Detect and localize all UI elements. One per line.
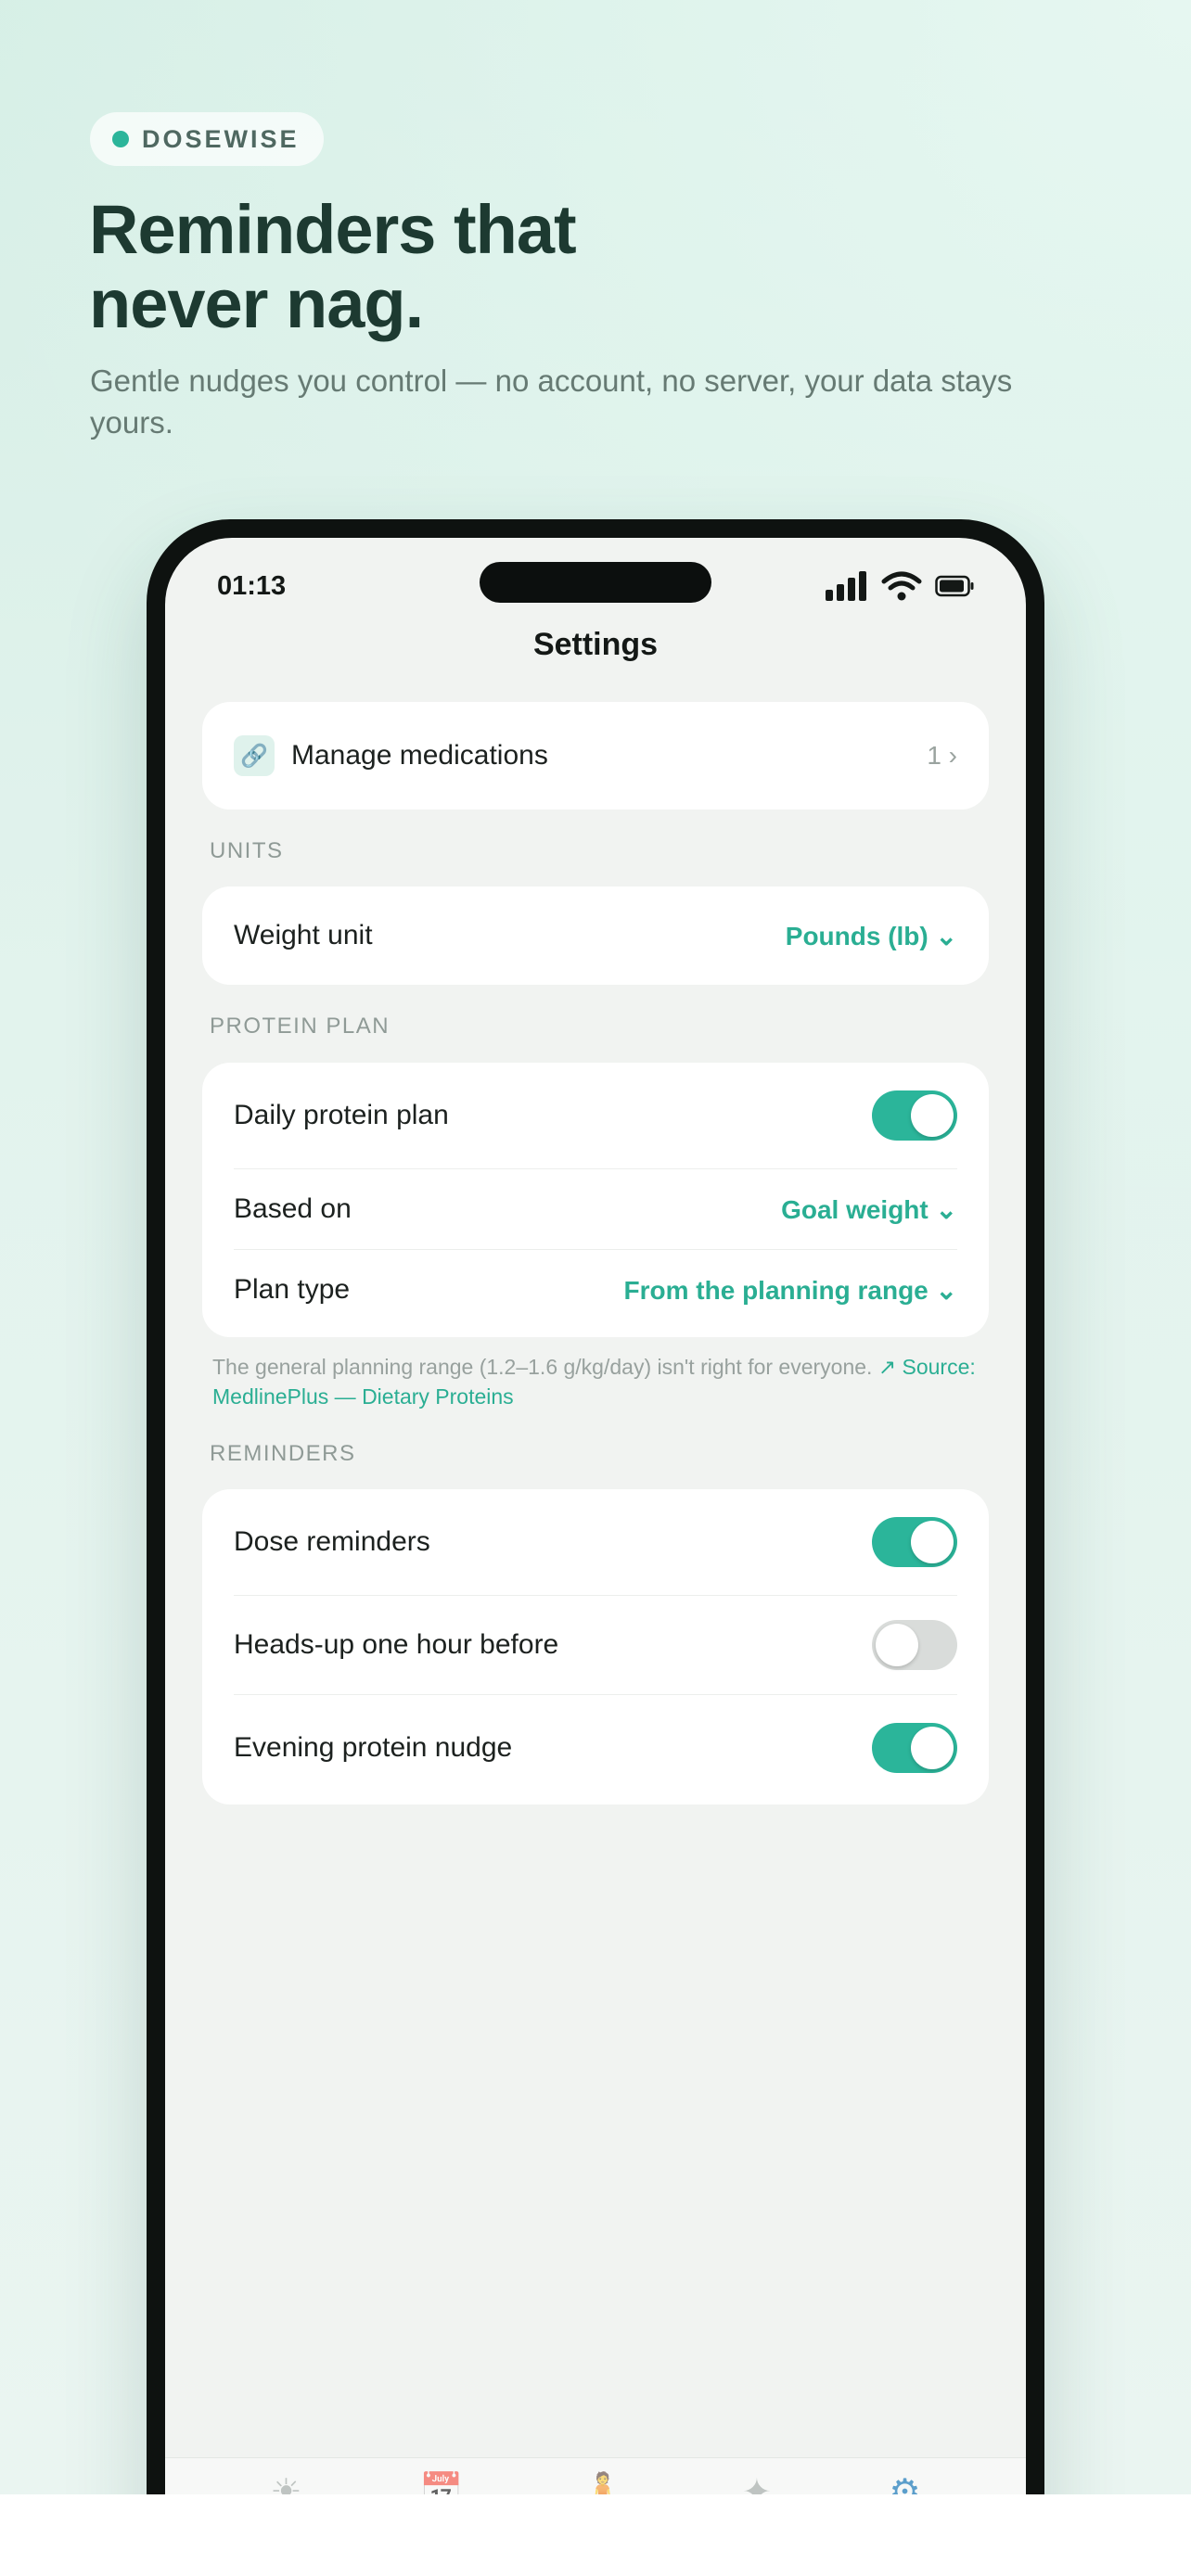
medications-card[interactable]: 🔗 Manage medications 1 › bbox=[202, 702, 989, 810]
plan-type-label: Plan type bbox=[234, 1274, 351, 1305]
tab-bar: ☀ 📅 🧍 ✦ ⚙ bbox=[165, 2457, 1026, 2494]
phone-screen: 01:13 Settings 🔗 Manage medications 1 › … bbox=[165, 538, 1026, 2494]
brand-dot-icon bbox=[112, 131, 129, 147]
evening-nudge-toggle[interactable] bbox=[872, 1723, 957, 1773]
heads-up-toggle[interactable] bbox=[872, 1620, 957, 1670]
footnote-text: The general planning range (1.2–1.6 g/kg… bbox=[212, 1355, 873, 1379]
evening-nudge-label: Evening protein nudge bbox=[234, 1732, 513, 1763]
toggle-knob bbox=[911, 1521, 954, 1563]
person-icon[interactable]: 🧍 bbox=[581, 2471, 624, 2494]
promo-subheadline: Gentle nudges you control — no account, … bbox=[90, 363, 1013, 440]
weight-unit-row[interactable]: Weight unit Pounds (lb) ⌄ bbox=[234, 886, 957, 985]
dose-reminders-label: Dose reminders bbox=[234, 1526, 430, 1557]
daily-protein-plan-label: Daily protein plan bbox=[234, 1100, 449, 1130]
based-on-value: Goal weight bbox=[781, 1194, 928, 1224]
sun-icon[interactable]: ☀ bbox=[270, 2471, 301, 2494]
medications-count: 1 bbox=[927, 741, 941, 770]
based-on-row[interactable]: Based on Goal weight ⌄ bbox=[234, 1168, 957, 1249]
toggle-knob bbox=[876, 1624, 918, 1666]
status-time: 01:13 bbox=[217, 571, 287, 601]
units-card: Weight unit Pounds (lb) ⌄ bbox=[202, 886, 989, 985]
daily-protein-plan-toggle[interactable] bbox=[872, 1090, 957, 1141]
protein-plan-footnote: The general planning range (1.2–1.6 g/kg… bbox=[212, 1352, 982, 1411]
headline-line-2: never nag. bbox=[89, 265, 424, 342]
medications-left: 🔗 Manage medications bbox=[234, 735, 548, 776]
protein-plan-card: Daily protein plan Based on Goal weight … bbox=[202, 1063, 989, 1337]
wifi-icon bbox=[881, 571, 922, 601]
gear-icon[interactable]: ⚙ bbox=[890, 2471, 921, 2494]
dynamic-island bbox=[480, 562, 711, 603]
chevron-down-icon: ⌄ bbox=[935, 1194, 957, 1224]
section-header-units: UNITS bbox=[210, 838, 284, 863]
reminders-card: Dose reminders Heads-up one hour before … bbox=[202, 1489, 989, 1804]
brand-name: DOSEWISE bbox=[142, 124, 300, 153]
plan-type-select[interactable]: From the planning range ⌄ bbox=[624, 1275, 957, 1306]
heads-up-row: Heads-up one hour before bbox=[234, 1595, 957, 1694]
based-on-select[interactable]: Goal weight ⌄ bbox=[781, 1194, 957, 1225]
phone-frame: 01:13 Settings 🔗 Manage medications 1 › … bbox=[147, 519, 1044, 2494]
toggle-knob bbox=[911, 1727, 954, 1769]
weight-unit-value: Pounds (lb) bbox=[785, 921, 928, 950]
medications-count-group: 1 › bbox=[927, 741, 957, 771]
dose-reminders-toggle[interactable] bbox=[872, 1517, 957, 1567]
heads-up-label: Heads-up one hour before bbox=[234, 1629, 559, 1660]
based-on-label: Based on bbox=[234, 1193, 352, 1224]
battery-icon bbox=[935, 575, 974, 597]
link-icon: 🔗 bbox=[234, 735, 275, 776]
headline-line-1: Reminders that bbox=[89, 191, 577, 268]
daily-protein-plan-row: Daily protein plan bbox=[234, 1063, 957, 1168]
page-title: Settings bbox=[532, 627, 659, 662]
dose-reminders-row: Dose reminders bbox=[234, 1489, 957, 1595]
chevron-right-icon: › bbox=[948, 741, 957, 770]
plan-type-value: From the planning range bbox=[623, 1275, 928, 1305]
signal-icon bbox=[826, 571, 866, 601]
manage-medications-label: Manage medications bbox=[291, 740, 548, 771]
chevron-down-icon: ⌄ bbox=[935, 921, 957, 950]
plan-type-row[interactable]: Plan type From the planning range ⌄ bbox=[234, 1249, 957, 1330]
evening-nudge-row: Evening protein nudge bbox=[234, 1694, 957, 1801]
sparkle-icon[interactable]: ✦ bbox=[742, 2471, 772, 2494]
section-header-protein-plan: PROTEIN PLAN bbox=[210, 1014, 391, 1039]
toggle-knob bbox=[911, 1094, 954, 1137]
weight-unit-select[interactable]: Pounds (lb) ⌄ bbox=[786, 921, 957, 951]
calendar-icon[interactable]: 📅 bbox=[419, 2471, 463, 2494]
promo-background: DOSEWISE Reminders that never nag. Gentle… bbox=[0, 0, 1191, 2494]
status-icons bbox=[826, 571, 974, 601]
section-header-reminders: REMINDERS bbox=[210, 1441, 356, 1466]
brand-badge: DOSEWISE bbox=[90, 112, 324, 166]
chevron-down-icon: ⌄ bbox=[935, 1275, 957, 1305]
manage-medications-row[interactable]: 🔗 Manage medications 1 › bbox=[234, 702, 957, 810]
promo-headline: Reminders that never nag. bbox=[89, 193, 924, 341]
weight-unit-label: Weight unit bbox=[234, 920, 373, 950]
